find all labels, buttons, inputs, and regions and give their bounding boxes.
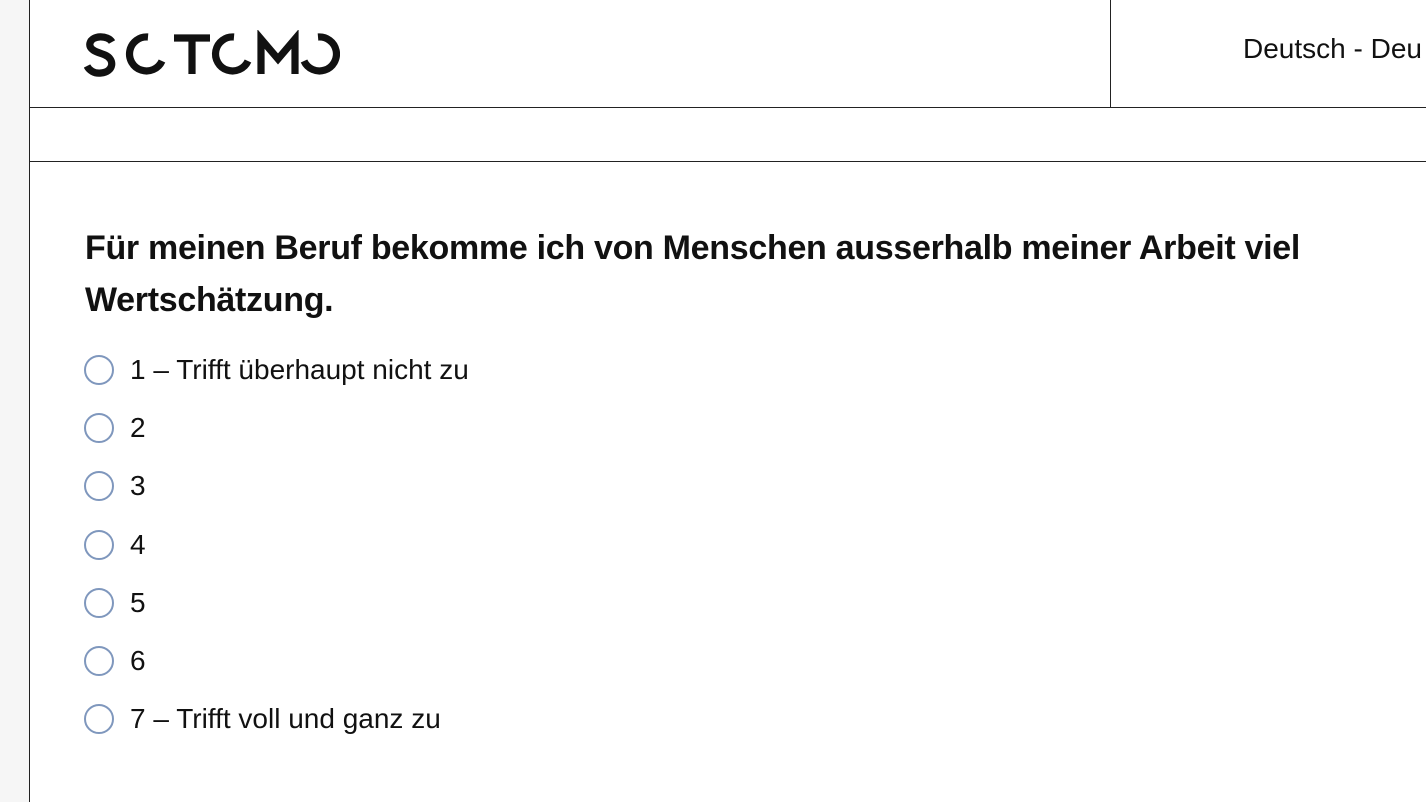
option-label: 1 – Trifft überhaupt nicht zu: [130, 354, 469, 385]
progress-bar-area: [30, 108, 1426, 162]
language-selector[interactable]: Deutsch - Deu: [1243, 33, 1422, 65]
option-label: 7 – Trifft voll und ganz zu: [130, 703, 441, 735]
option-2[interactable]: 2: [84, 407, 469, 465]
option-label: 4: [130, 528, 146, 560]
radio-button[interactable]: [84, 587, 114, 618]
header-divider: [1110, 0, 1111, 108]
option-6[interactable]: 6: [84, 640, 469, 698]
sotomo-logo: [84, 30, 340, 77]
option-label: 3: [130, 470, 146, 502]
option-7[interactable]: 7 – Trifft voll und ganz zu: [84, 698, 469, 756]
option-4[interactable]: 4: [84, 524, 469, 582]
radio-button[interactable]: [84, 413, 114, 444]
survey-page: Deutsch - Deu Für meinen Beruf bekomme i…: [29, 0, 1426, 802]
option-label: 2: [130, 412, 146, 444]
option-label: 5: [130, 586, 146, 618]
question-text: Für meinen Beruf bekomme ich von Mensche…: [85, 229, 1301, 319]
option-5[interactable]: 5: [84, 582, 469, 640]
answer-options: 1 – Trifft überhaupt nicht zu 2 3 4 5 6 …: [84, 349, 469, 756]
radio-button[interactable]: [84, 529, 114, 560]
radio-button[interactable]: [84, 471, 114, 502]
option-1[interactable]: 1 – Trifft überhaupt nicht zu: [84, 349, 469, 407]
radio-button[interactable]: [84, 704, 114, 735]
radio-button[interactable]: [84, 355, 114, 385]
option-3[interactable]: 3: [84, 465, 469, 523]
option-label: 6: [130, 644, 146, 676]
radio-button[interactable]: [84, 645, 114, 676]
header: Deutsch - Deu: [30, 0, 1426, 108]
